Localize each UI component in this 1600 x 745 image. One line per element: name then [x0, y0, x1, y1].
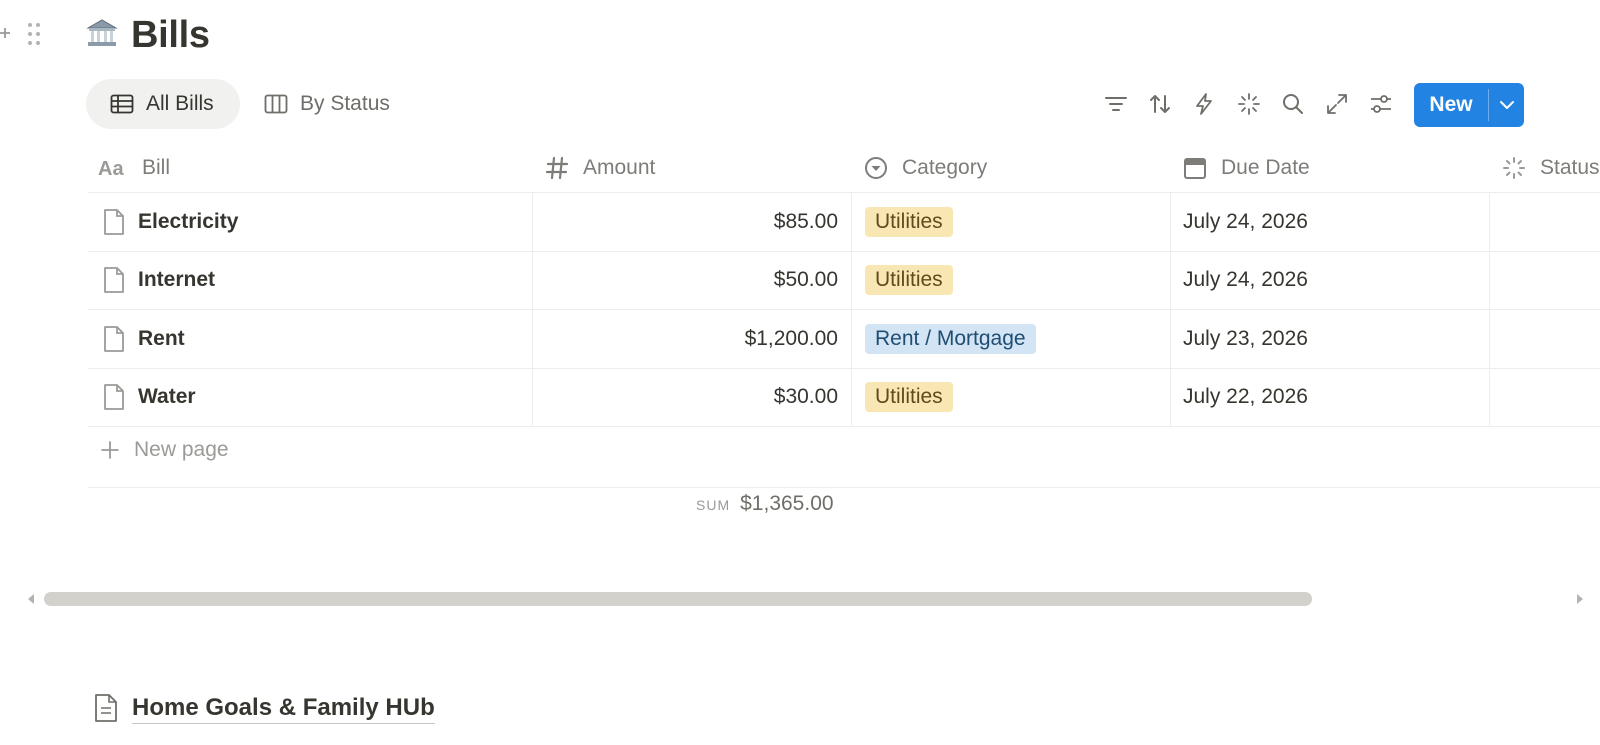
category-cell[interactable]: Utilities [865, 193, 1165, 251]
plus-icon [100, 440, 120, 460]
tab-label: By Status [300, 92, 390, 115]
status-icon [1502, 156, 1526, 180]
due-date-cell[interactable]: July 22, 2026 [1183, 368, 1483, 426]
bank-building-icon[interactable] [86, 17, 118, 49]
category-tag: Rent / Mortgage [865, 324, 1036, 354]
scroll-right-arrow-icon[interactable] [1575, 593, 1585, 605]
ai-sparkle-icon[interactable] [1236, 91, 1262, 117]
page-icon [102, 208, 126, 236]
horizontal-scrollbar[interactable] [44, 592, 1312, 606]
new-button[interactable]: New [1414, 83, 1524, 127]
settings-sliders-icon[interactable] [1368, 91, 1394, 117]
amount-sum[interactable]: SUM $1,365.00 [696, 492, 834, 522]
calendar-icon [1183, 156, 1207, 180]
filter-icon[interactable] [1103, 91, 1129, 117]
new-button-label[interactable]: New [1414, 83, 1488, 127]
sort-icon[interactable] [1147, 91, 1173, 117]
add-block-icon[interactable] [0, 22, 12, 44]
page-icon [102, 325, 126, 353]
sum-value: $1,365.00 [740, 492, 834, 515]
tab-by-status[interactable]: By Status [264, 79, 414, 129]
chevron-down-icon[interactable] [1489, 83, 1524, 127]
bill-name[interactable]: Internet [138, 268, 215, 292]
board-icon [264, 92, 288, 116]
column-header-due-date[interactable]: Due Date [1183, 146, 1310, 190]
table-row[interactable]: Rent [102, 310, 522, 368]
due-date-cell[interactable]: July 24, 2026 [1183, 193, 1483, 251]
tab-all-bills[interactable]: All Bills [86, 79, 240, 129]
sum-label: SUM [696, 497, 731, 513]
due-date-cell[interactable]: July 23, 2026 [1183, 310, 1483, 368]
table-icon [110, 92, 134, 116]
automation-icon[interactable] [1191, 91, 1217, 117]
category-cell[interactable]: Utilities [865, 251, 1165, 309]
bill-name[interactable]: Electricity [138, 210, 238, 234]
table-row[interactable]: Internet [102, 251, 522, 309]
linked-page[interactable]: Home Goals & Family HUb [92, 688, 435, 728]
scroll-left-arrow-icon[interactable] [26, 593, 36, 605]
expand-icon[interactable] [1324, 91, 1350, 117]
drag-handle-icon[interactable] [27, 21, 41, 47]
category-tag: Utilities [865, 265, 953, 295]
select-icon [864, 156, 888, 180]
svg-text:Aa: Aa [98, 158, 124, 180]
page-icon [102, 383, 126, 411]
document-icon [92, 692, 120, 724]
amount-cell[interactable]: $1,200.00 [540, 310, 838, 368]
number-hash-icon [545, 156, 569, 180]
new-page-button[interactable]: New page [100, 432, 229, 468]
column-header-category[interactable]: Category [864, 146, 987, 190]
category-tag: Utilities [865, 207, 953, 237]
table-row[interactable]: Water [102, 368, 522, 426]
column-header-bill[interactable]: Aa Bill [98, 146, 170, 190]
page-icon [102, 266, 126, 294]
tab-label: All Bills [146, 92, 214, 115]
column-header-status[interactable]: Status [1502, 146, 1600, 190]
search-icon[interactable] [1280, 91, 1306, 117]
category-tag: Utilities [865, 382, 953, 412]
category-cell[interactable]: Rent / Mortgage [865, 310, 1165, 368]
page-title: Bills [131, 14, 210, 56]
amount-cell[interactable]: $50.00 [540, 251, 838, 309]
column-header-amount[interactable]: Amount [545, 146, 655, 190]
linked-page-title[interactable]: Home Goals & Family HUb [132, 693, 435, 724]
due-date-cell[interactable]: July 24, 2026 [1183, 251, 1483, 309]
bill-name[interactable]: Water [138, 385, 196, 409]
category-cell[interactable]: Utilities [865, 368, 1165, 426]
title-aa-icon: Aa [98, 156, 128, 180]
bill-name[interactable]: Rent [138, 327, 185, 351]
amount-cell[interactable]: $30.00 [540, 368, 838, 426]
table-row[interactable]: Electricity [102, 193, 522, 251]
amount-cell[interactable]: $85.00 [540, 193, 838, 251]
